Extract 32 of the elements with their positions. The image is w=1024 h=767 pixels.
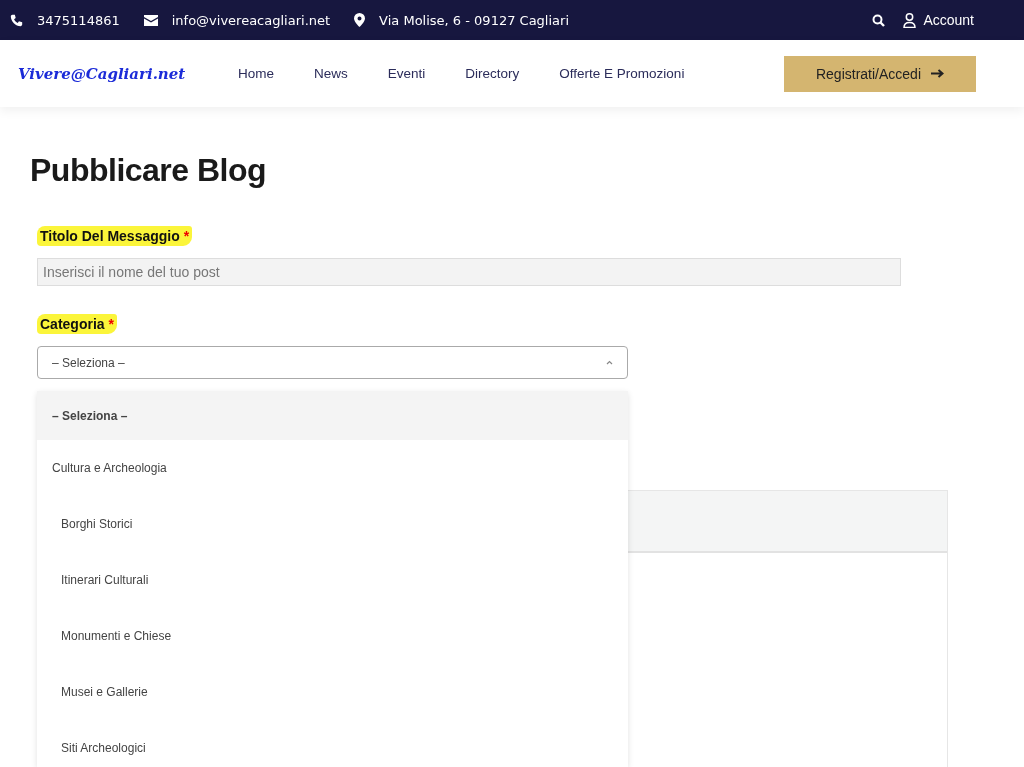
dropdown-option[interactable]: – Seleziona – xyxy=(37,391,628,440)
nav-link[interactable]: Eventi xyxy=(387,66,426,81)
dropdown-option[interactable]: Monumenti e Chiese xyxy=(37,608,628,664)
required-mark: * xyxy=(108,316,114,333)
required-mark: * xyxy=(183,228,190,245)
dropdown-option[interactable]: Itinerari Culturali xyxy=(37,552,628,608)
street-address: Via Molise, 6 - 09127 Cagliari xyxy=(379,12,569,28)
field-label: Titolo Del Messaggio xyxy=(40,228,180,245)
account-link[interactable]: Account xyxy=(903,12,974,28)
phone-icon xyxy=(10,13,23,27)
page-title: Pubblicare Blog xyxy=(30,153,268,189)
phone-number: 3475114861 xyxy=(37,12,120,28)
category-select[interactable]: – Seleziona – xyxy=(37,346,628,380)
nav-link[interactable]: Directory xyxy=(465,66,520,81)
nav-link[interactable]: Offerte E Promozioni xyxy=(559,66,685,81)
register-login-button[interactable]: Registrati/Accedi xyxy=(784,55,976,92)
dropdown-option[interactable]: Musei e Gallerie xyxy=(37,664,628,720)
site-logo[interactable]: Vivere@Cagliari.net xyxy=(18,64,218,83)
search-icon[interactable] xyxy=(872,13,886,27)
field-label: Categoria xyxy=(40,316,105,333)
envelope-icon xyxy=(143,14,158,26)
arrow-right-icon xyxy=(931,69,944,78)
map-pin-icon xyxy=(354,13,366,27)
dropdown-option[interactable]: Cultura e Archeologia xyxy=(37,440,628,496)
dropdown-option[interactable]: Siti Archeologici xyxy=(37,720,628,767)
email-address: info@vivereacagliari.net xyxy=(171,12,331,28)
nav-link[interactable]: Home xyxy=(238,66,274,81)
caret-icon xyxy=(606,360,613,366)
dropdown-option[interactable]: Borghi Storici xyxy=(37,496,628,552)
nav-link[interactable]: News xyxy=(314,66,348,81)
user-icon xyxy=(903,12,917,28)
title-input[interactable]: Inserisci il nome del tuo post xyxy=(37,258,901,287)
